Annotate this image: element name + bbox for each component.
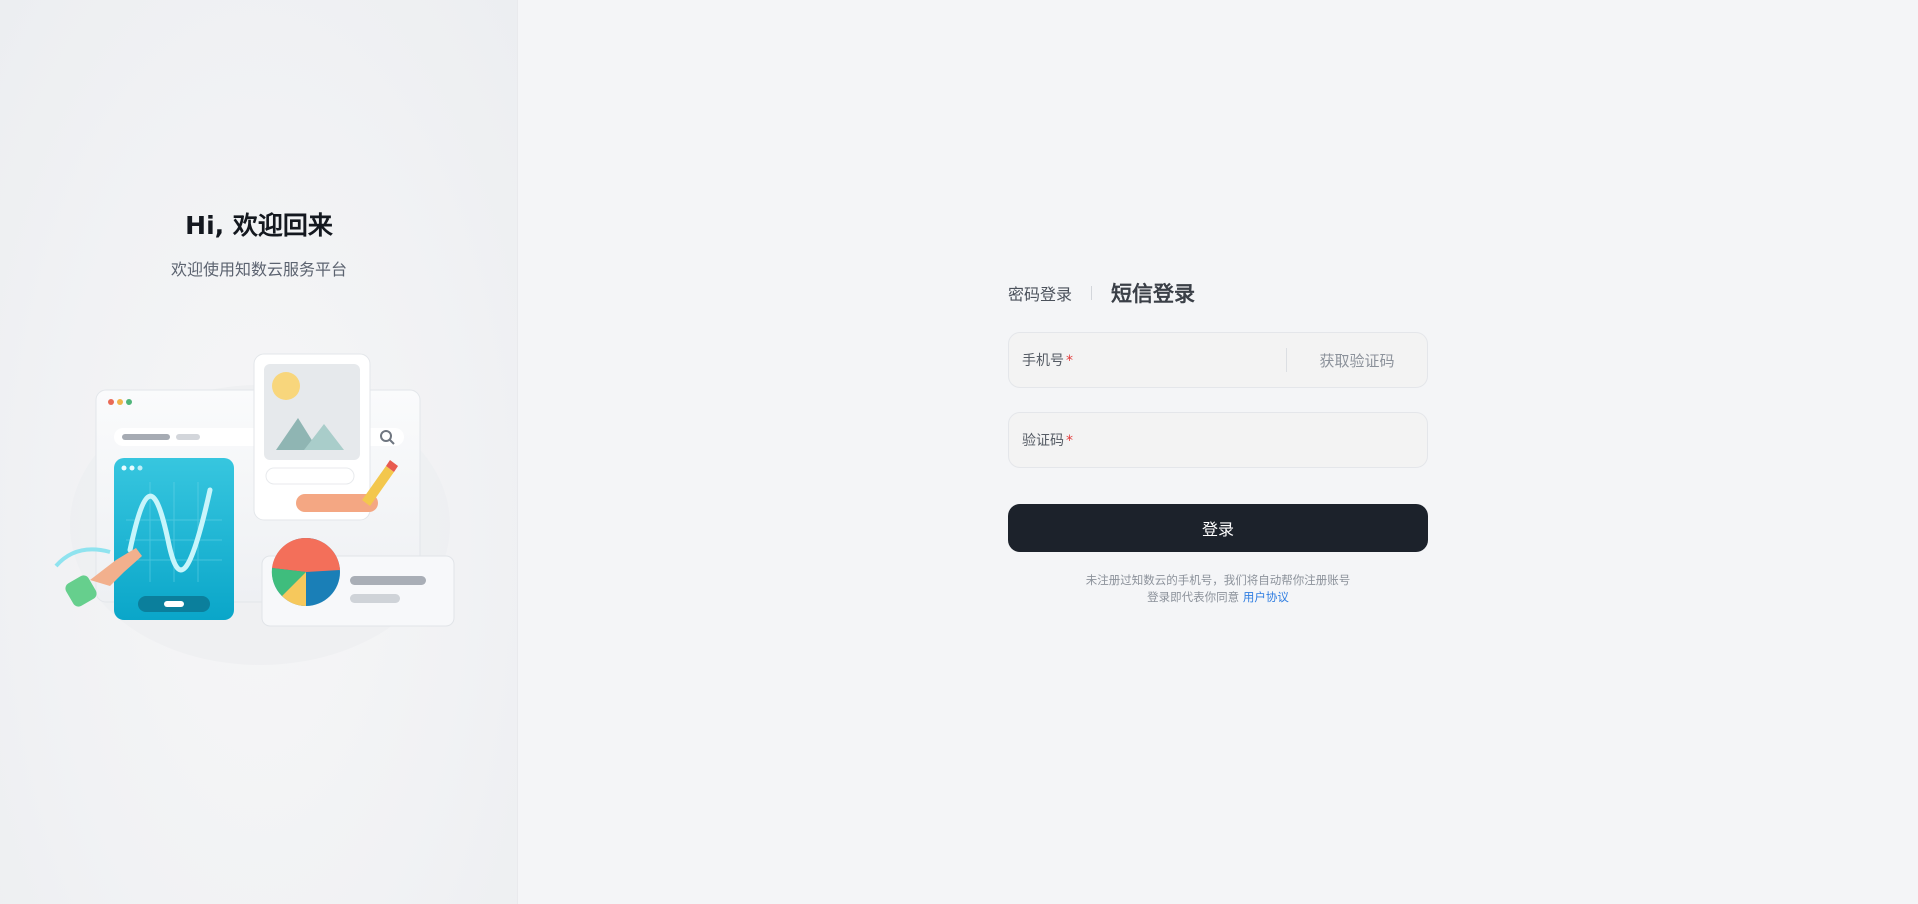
login-tabs: 密码登录 短信登录 [1008,276,1428,310]
login-button[interactable]: 登录 [1008,504,1428,552]
left-panel: Hi, 欢迎回来 欢迎使用知数云服务平台 [0,0,518,904]
get-code-button[interactable]: 获取验证码 [1287,350,1427,371]
tab-divider [1091,286,1093,300]
tab-password-login[interactable]: 密码登录 [1008,281,1072,305]
welcome-subtitle: 欢迎使用知数云服务平台 [170,260,347,279]
login-form: 密码登录 短信登录 手机号 * 获取验证码 验证码 * 登录 未注册过知数云的手机号… [1008,276,1428,606]
tips-line-1: 未注册过知数云的手机号，我们将自动帮你注册账号 [1085,573,1351,587]
tab-sms-login[interactable]: 短信登录 [1111,278,1195,308]
code-input[interactable] [1073,413,1427,467]
dashboard-illustration [54,353,455,665]
phone-field: 手机号 * 获取验证码 [1008,332,1428,388]
required-mark: * [1066,353,1073,369]
phone-label: 手机号 * [1022,353,1073,369]
tips-line-2: 登录即代表你同意 用户协议 [1147,590,1289,604]
login-tips: 未注册过知数云的手机号，我们将自动帮你注册账号 登录即代表你同意 用户协议 [1008,572,1428,606]
welcome-title: Hi, 欢迎回来 [185,211,333,240]
required-mark: * [1066,433,1073,449]
phone-input[interactable] [1073,333,1286,387]
code-label: 验证码 * [1022,433,1073,449]
user-agreement-link[interactable]: 用户协议 [1243,590,1289,604]
code-field: 验证码 * [1008,412,1428,468]
